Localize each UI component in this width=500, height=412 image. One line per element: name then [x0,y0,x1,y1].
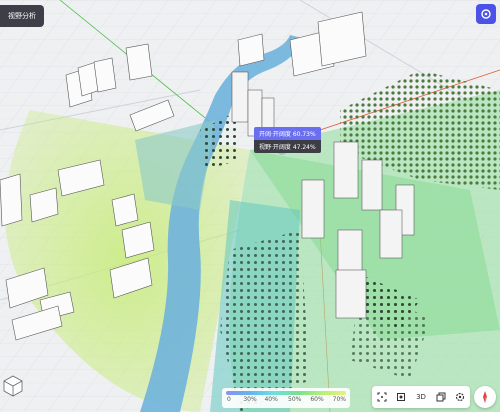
settings-button[interactable] [476,4,496,24]
openness-legend: 0 30% 40% 50% 60% 70% [222,388,350,408]
tooltip-open-label: 开阔·开阔度 60.73% [254,127,321,140]
legend-ticks: 0 30% 40% 50% 60% 70% [224,396,348,406]
compass-icon[interactable] [474,386,496,408]
legend-tick: 40% [264,396,278,403]
3d-map-viewport[interactable] [0,0,500,412]
legend-tick: 30% [243,396,257,403]
legend-gradient-bar [226,391,346,395]
view-cube-icon[interactable] [2,374,24,398]
settings-icon [481,9,491,19]
fit-view-icon[interactable] [394,390,408,404]
gear-icon[interactable] [453,390,467,404]
layers-icon[interactable] [434,390,448,404]
focus-icon[interactable] [375,390,389,404]
legend-tick: 60% [310,396,324,403]
legend-tick: 70% [332,396,346,403]
legend-tick: 0 [227,396,231,403]
view-tooltip: 开阔·开阔度 60.73% 视野·开阔度 47.24% [254,127,321,153]
tooltip-inner-label: 视野·开阔度 47.24% [254,140,321,153]
panel-title: 视野分析 [0,5,44,27]
3d-toggle[interactable]: 3D [414,390,428,404]
view-toolbar: 3D [372,386,470,408]
legend-tick: 50% [288,396,302,403]
